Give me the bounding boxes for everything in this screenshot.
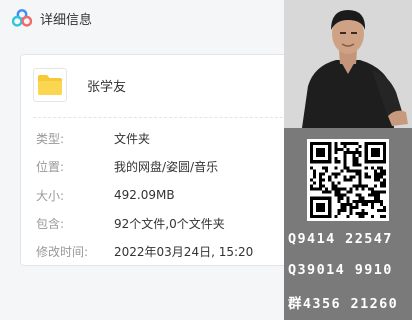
- info-row-contents: 包含: 92个文件,0个文件夹: [36, 214, 225, 232]
- info-value: 492.09MB: [114, 188, 175, 202]
- info-label: 大小:: [36, 188, 65, 203]
- info-label: 位置:: [36, 159, 65, 174]
- title-bar: 详细信息: [0, 0, 284, 36]
- promo-overlay: Q9414 22547 Q39014 9910 群4356 21260: [284, 0, 412, 320]
- file-name: 张学友: [87, 79, 127, 95]
- qr-code-icon: [310, 142, 386, 218]
- contact-line: Q9414 22547: [288, 231, 393, 247]
- contact-line: Q39014 9910: [288, 262, 393, 278]
- info-value: 92个文件,0个文件夹: [114, 216, 225, 231]
- person-photo: [284, 0, 412, 128]
- window-title: 详细信息: [40, 12, 93, 28]
- folder-thumbnail: [33, 68, 67, 102]
- info-row-modified: 修改时间: 2022年03月24日, 15:20: [36, 242, 253, 260]
- info-row-location: 位置: 我的网盘/姿圆/音乐: [36, 157, 218, 175]
- file-header: 张学友: [21, 55, 291, 115]
- info-row-size: 大小: 492.09MB: [36, 186, 175, 204]
- info-label: 包含:: [36, 216, 65, 231]
- info-label: 修改时间:: [36, 244, 89, 259]
- info-value: 我的网盘/姿圆/音乐: [114, 159, 219, 174]
- contact-line: 群4356 21260: [288, 296, 399, 312]
- cloud-logo-icon: [12, 9, 32, 27]
- info-row-type: 类型: 文件夹: [36, 129, 150, 147]
- folder-icon: [38, 75, 62, 95]
- info-value: 2022年03月24日, 15:20: [114, 244, 254, 259]
- info-label: 类型:: [36, 131, 65, 146]
- detail-panel: 张学友 类型: 文件夹 位置: 我的网盘/姿圆/音乐 大小: 492.09MB …: [20, 54, 290, 266]
- qr-code: [307, 139, 389, 221]
- info-value: 文件夹: [114, 131, 151, 146]
- detail-window: 详细信息 张学友 类型: 文件夹 位置: 我的网盘/姿圆/音乐 大小: 492.…: [0, 0, 290, 320]
- divider: [33, 117, 283, 118]
